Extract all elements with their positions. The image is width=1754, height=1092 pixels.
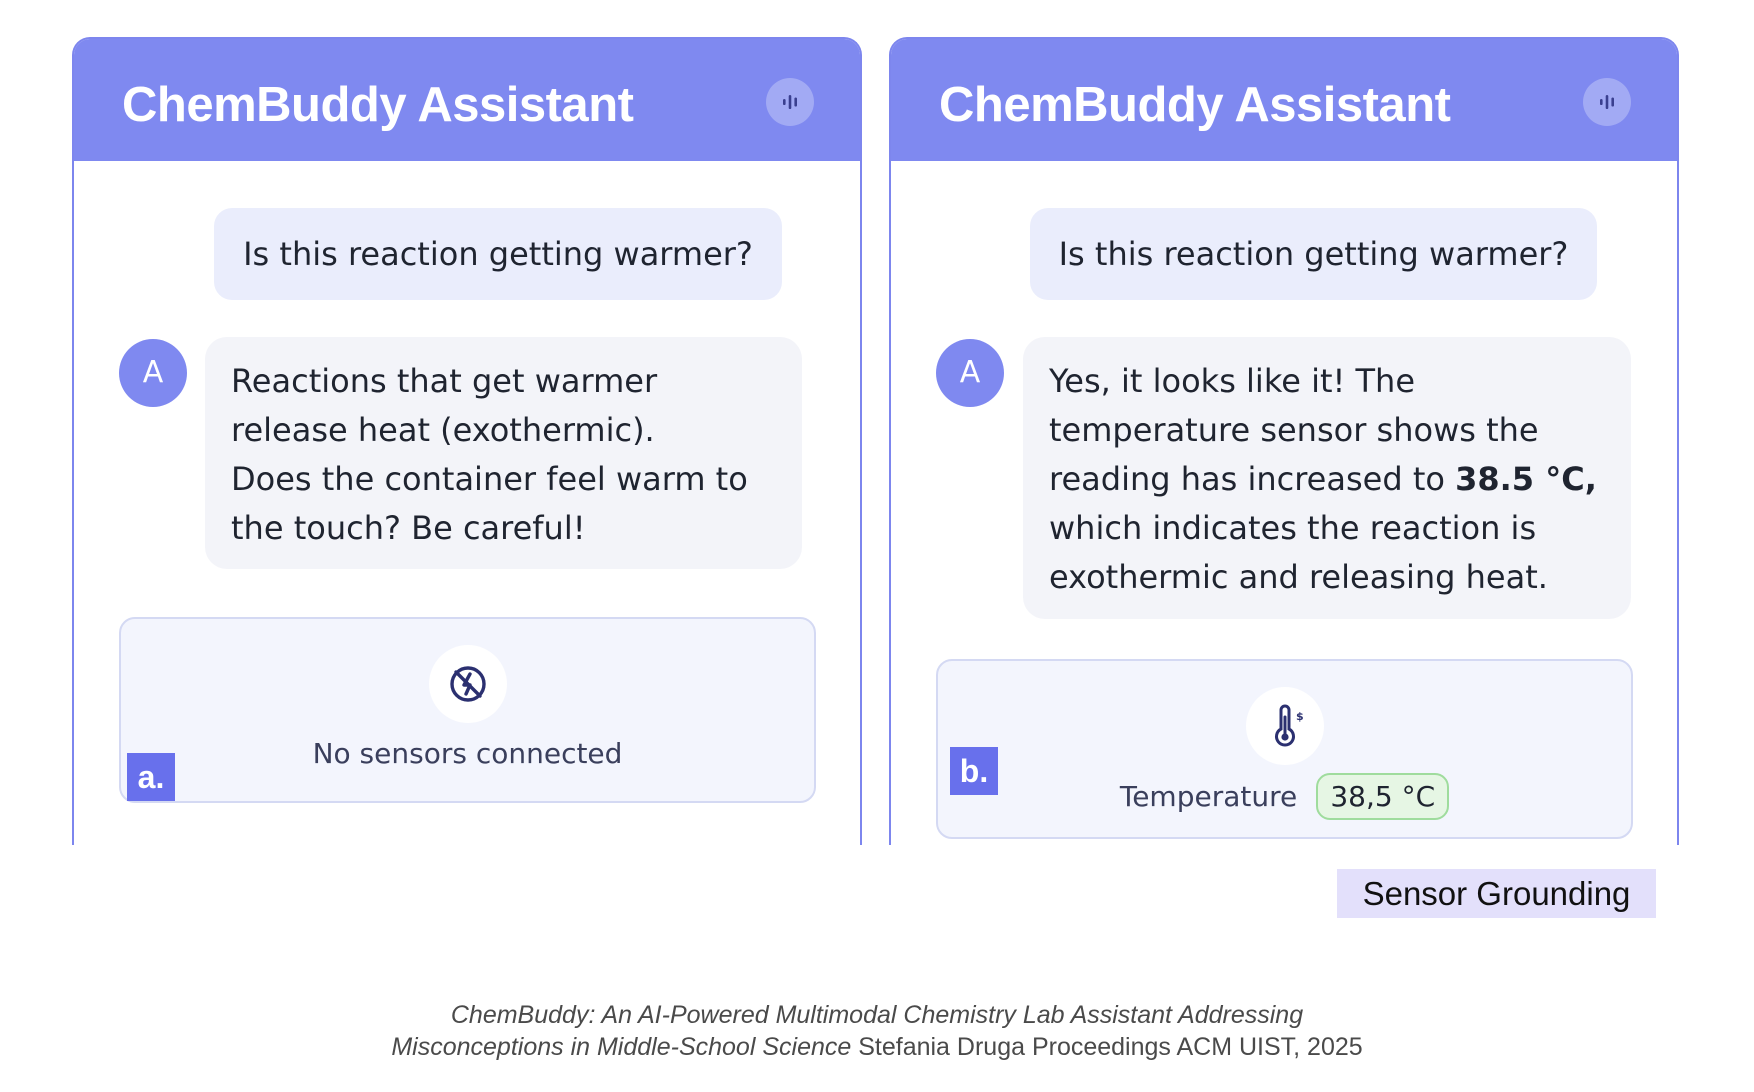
caption-line-2: Misconceptions in Middle-School Science … (0, 1033, 1754, 1062)
user-message: Is this reaction getting warmer? (1030, 208, 1597, 300)
panel-title: ChemBuddy Assistant (122, 78, 634, 132)
panel-tag: a. (127, 753, 175, 801)
sensor-off-icon (428, 645, 507, 723)
waveform-icon (783, 95, 797, 109)
caption-line-1: ChemBuddy: An AI-Powered Multimodal Chem… (0, 1001, 1754, 1030)
message-line: exothermic and releasing heat. (1049, 558, 1548, 596)
caption-title: Misconceptions in Middle-School Science (391, 1033, 852, 1061)
caption-author: Stefania Druga (851, 1033, 1025, 1061)
sensor-status: No sensors connected (312, 737, 623, 770)
thermometer-icon: $ (1245, 687, 1324, 765)
user-message: Is this reaction getting warmer? (214, 208, 782, 300)
caption-venue: Proceedings ACM UIST, 2025 (1025, 1033, 1363, 1061)
message-text: reading has increased to (1049, 460, 1456, 498)
assistant-message: Reactions that get warmer release heat (… (205, 337, 802, 569)
temperature-highlight: 38.5 °C, (1455, 460, 1597, 498)
message-line: the touch? Be careful! (231, 509, 586, 547)
chat-panel-a: ChemBuddy Assistant Is this reaction get… (72, 37, 862, 845)
panel-tag: b. (950, 747, 998, 795)
feature-label: Sensor Grounding (1337, 869, 1656, 918)
svg-text:$: $ (1296, 710, 1304, 723)
assistant-message: Yes, it looks like it! The temperature s… (1023, 337, 1631, 619)
chat-panel-b: ChemBuddy Assistant Is this reaction get… (889, 37, 1679, 845)
message-line: Reactions that get warmer (231, 362, 658, 400)
sensor-value-badge: 38,5 °C (1316, 773, 1450, 820)
panel-header: ChemBuddy Assistant (891, 39, 1677, 161)
panel-title: ChemBuddy Assistant (939, 78, 1451, 132)
message-line: temperature sensor shows the (1049, 411, 1539, 449)
sensor-reading: Temperature 38,5 °C (938, 773, 1631, 820)
message-line: release heat (exothermic). (231, 411, 655, 449)
audio-button[interactable] (766, 78, 814, 126)
sensor-card: No sensors connected a. (119, 617, 816, 803)
audio-button[interactable] (1583, 78, 1631, 126)
sensor-card: $ Temperature 38,5 °C b. (936, 659, 1633, 839)
message-line: reading has increased to 38.5 °C, (1049, 455, 1605, 504)
panel-header: ChemBuddy Assistant (74, 39, 860, 161)
assistant-avatar: A (936, 339, 1004, 407)
caption-title: ChemBuddy: An AI-Powered Multimodal Chem… (450, 1001, 1304, 1029)
sensor-name: Temperature (1119, 780, 1298, 813)
message-line: Does the container feel warm to (231, 460, 748, 498)
message-line: which indicates the reaction is (1049, 509, 1537, 547)
waveform-icon (1600, 95, 1614, 109)
message-line: Yes, it looks like it! The (1049, 362, 1416, 400)
assistant-avatar: A (119, 339, 187, 407)
